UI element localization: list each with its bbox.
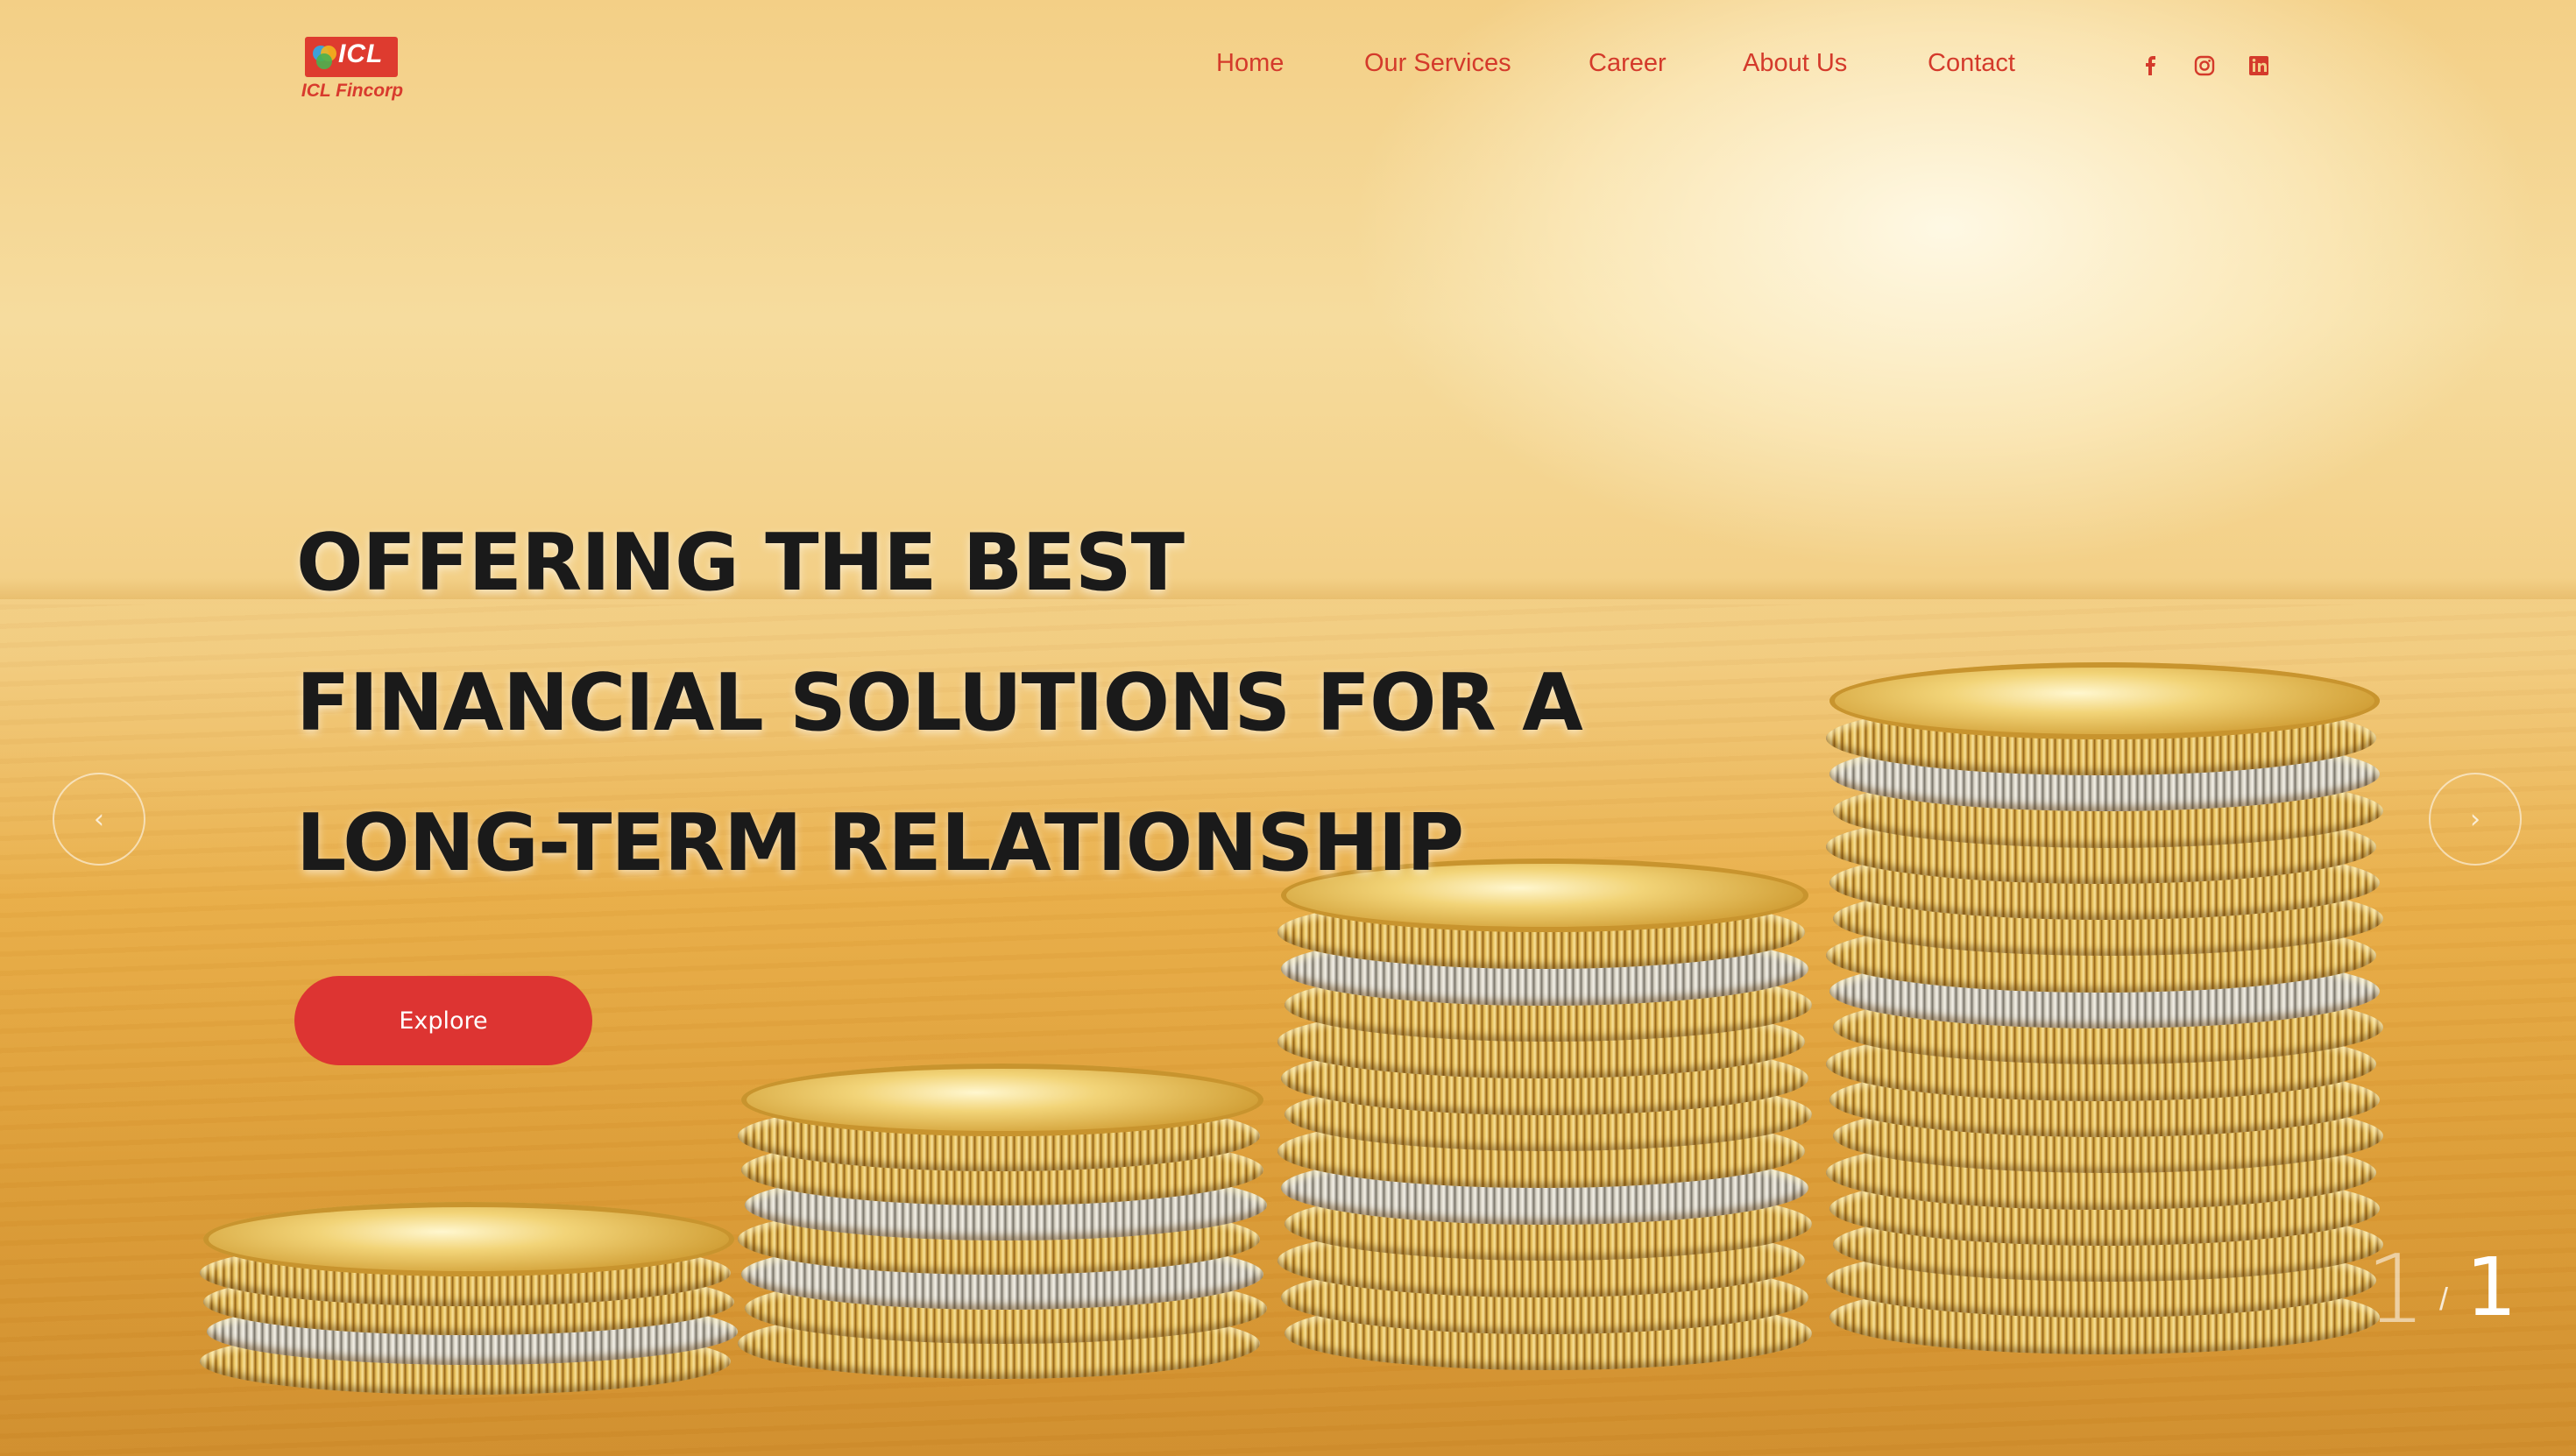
- logo[interactable]: ICL ICL Fincorp: [289, 37, 415, 107]
- chevron-left-icon: ‹: [94, 803, 104, 835]
- coin-stack-small: [200, 1202, 738, 1395]
- nav-home[interactable]: Home: [1216, 49, 1284, 78]
- logo-mark: ICL: [338, 39, 384, 68]
- nav-our-services[interactable]: Our Services: [1364, 49, 1511, 78]
- explore-button[interactable]: Explore: [294, 976, 592, 1065]
- slide-separator: /: [2439, 1281, 2449, 1317]
- coin-stack-large: [1277, 859, 1812, 1370]
- logo-text: ICL Fincorp: [301, 81, 404, 101]
- coin-stack-medium: [738, 1064, 1267, 1379]
- headline-line-3: LONG-TERM RELATIONSHIP: [296, 797, 1464, 889]
- nav-about-us[interactable]: About Us: [1743, 49, 1847, 78]
- slider-prev-button[interactable]: ‹: [53, 773, 145, 866]
- coin-face: [1829, 662, 2380, 739]
- facebook-icon[interactable]: [2140, 54, 2162, 77]
- chevron-right-icon: ›: [2470, 803, 2480, 835]
- headline-line-1: OFFERING THE BEST: [296, 517, 1185, 609]
- coin-face: [203, 1202, 734, 1276]
- slide-current: 1: [2366, 1235, 2426, 1345]
- instagram-icon[interactable]: [2193, 54, 2216, 77]
- coin-face: [741, 1064, 1263, 1136]
- nav-contact[interactable]: Contact: [1928, 49, 2015, 78]
- coin-stack-tallest: [1826, 662, 2383, 1354]
- logo-drop-icon: [313, 46, 336, 69]
- linkedin-icon[interactable]: [2247, 54, 2270, 77]
- headline-line-2: FINANCIAL SOLUTIONS FOR A: [296, 657, 1583, 749]
- slider-next-button[interactable]: ›: [2429, 773, 2522, 866]
- nav-career[interactable]: Career: [1589, 49, 1667, 78]
- slide-total: 1: [2466, 1240, 2517, 1334]
